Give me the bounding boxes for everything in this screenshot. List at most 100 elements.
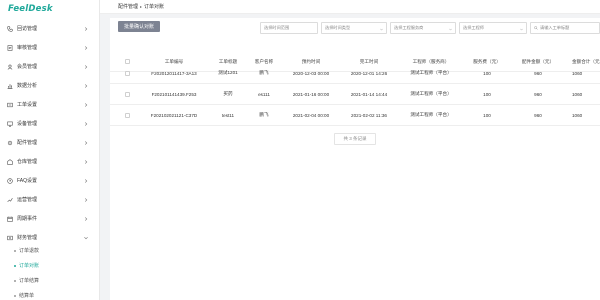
sidebar-item-label: FAQ设置 — [17, 178, 38, 184]
breadcrumb-parent[interactable]: 配件管理 — [118, 3, 138, 10]
sidebar-item-label: 配件管理 — [17, 140, 38, 146]
row-checkbox[interactable] — [124, 91, 130, 97]
chevron-down-icon — [380, 27, 383, 31]
sidebar-item-analytics[interactable]: 数据分析 — [0, 76, 100, 95]
row-select-cell — [118, 84, 136, 104]
appointment-time-cell: 2021-01-16 00:00 — [292, 91, 330, 97]
chevron-right-icon — [84, 216, 88, 221]
breadcrumb-current: 订单对账 — [144, 4, 165, 10]
engineer-cell: 测试工程师（平台） — [410, 91, 452, 96]
sidebar-item-warehouse[interactable]: 仓库管理 — [0, 152, 100, 171]
sidebar-item-faq[interactable]: FAQ设置 — [0, 171, 100, 190]
sidebar-item-member[interactable]: 会员管理 — [0, 57, 100, 76]
parts-icon — [7, 140, 13, 146]
row-select-cell — [118, 63, 136, 83]
finance-icon — [7, 235, 13, 241]
appointment-time-cell: 2021-02-04 00:00 — [292, 112, 330, 118]
ticket-settings-icon — [7, 102, 13, 108]
chevron-right-icon — [84, 45, 88, 50]
filter-placeholder: 选择时间范围 — [264, 25, 290, 30]
sidebar-item-label: 审核管理 — [17, 45, 38, 51]
breadcrumb: 配件管理 ▸ 订单对账 — [100, 0, 600, 14]
parts-amount-cell: 960 — [534, 91, 542, 97]
sidebar-item-label: 工单设置 — [17, 102, 38, 108]
customer-cell: es111 — [258, 91, 270, 97]
ticket-title-cell: test11 — [221, 112, 235, 118]
chevron-right-icon — [84, 159, 88, 164]
bullet-icon — [14, 249, 16, 252]
table-row[interactable]: F202102021121-C37D test11 鹏飞 2021-02-04 … — [110, 105, 600, 126]
warehouse-icon — [7, 158, 13, 165]
service-fee-cell: 100 — [483, 91, 491, 97]
ticket-title-cell: 买药 — [223, 91, 233, 96]
chevron-right-icon — [84, 121, 88, 126]
search-placeholder: 请输入工单标题 — [540, 25, 570, 30]
pagination-summary: 共 3 条记录 — [334, 133, 376, 145]
completion-time-cell: 2020-12-01 14:26 — [350, 70, 388, 76]
ticket-number-cell[interactable]: F202102021121-C37D — [138, 105, 210, 125]
faq-icon — [7, 177, 13, 184]
batch-confirm-button[interactable]: 批量确认对账 — [118, 21, 160, 32]
sidebar-item-operations[interactable]: 运营管理 — [0, 190, 100, 209]
sidebar-item-label: 设备管理 — [17, 121, 38, 127]
table-row[interactable]: F2020120114​17-3A13 测试1201 鹏飞 2020-12-03… — [110, 63, 600, 84]
chevron-right-icon — [84, 83, 88, 88]
chevron-right-icon — [84, 140, 88, 145]
ticket-number-cell[interactable]: F2020120114​17-3A13 — [138, 63, 210, 83]
sidebar-subitem-order-reconciliation[interactable]: 订单对账 — [0, 258, 100, 273]
sidebar-item-periodic[interactable]: 周期事件 — [0, 209, 100, 228]
filter-placeholder: 选择时间类型 — [325, 25, 351, 30]
sidebar-subitem-order-settlement[interactable]: 订单结算 — [0, 273, 100, 288]
row-checkbox[interactable] — [124, 70, 130, 76]
bullet-icon — [14, 264, 16, 267]
chevron-down-icon — [520, 27, 523, 31]
sidebar-item-audit[interactable]: 审核管理 — [0, 38, 100, 57]
time-range-filter[interactable]: 选择时间范围 — [260, 22, 318, 34]
ticket-number-cell[interactable]: F202101141439.F253 — [138, 84, 210, 104]
audit-icon — [7, 44, 13, 51]
sidebar-item-label: 数据分析 — [17, 83, 38, 89]
row-select-cell — [118, 105, 136, 125]
sidebar-item-label: 会员管理 — [17, 64, 38, 70]
sidebar-item-ticket-settings[interactable]: 工单设置 — [0, 95, 100, 114]
service-fee-cell: 100 — [483, 112, 491, 118]
bullet-icon — [14, 279, 16, 282]
sidebar-subitem-label: 结算单 — [19, 293, 35, 299]
customer-cell: 鹏飞 — [259, 112, 269, 117]
sidebar-item-parts[interactable]: 配件管理 — [0, 133, 100, 152]
service-provider-select[interactable]: 选择工程服务商 — [390, 22, 456, 34]
completion-time-cell: 2021-01-14 14:44 — [350, 91, 388, 97]
sidebar-subitem-statement[interactable]: 结算单 — [0, 288, 100, 300]
filter-placeholder: 选择工程服务商 — [394, 25, 424, 30]
bullet-icon — [14, 294, 16, 297]
phone-icon — [7, 25, 13, 32]
sidebar-subitem-label: 订单对账 — [19, 263, 40, 269]
sidebar: FeelDesk 回访管理 审核管理 会员管理 数据分析 工单设置 设备管理 配… — [0, 0, 100, 300]
time-type-select[interactable]: 选择时间类型 — [321, 22, 387, 34]
service-fee-cell: 100 — [483, 70, 491, 76]
chart-icon — [7, 83, 13, 89]
sidebar-subitem-order-refund[interactable]: 订单退款 — [0, 243, 100, 258]
sidebar-item-label: 回访管理 — [17, 26, 38, 32]
chevron-right-icon — [84, 26, 88, 31]
operations-icon — [7, 197, 13, 203]
sidebar-item-label: 运营管理 — [17, 197, 38, 203]
chevron-right-icon — [84, 64, 88, 69]
engineer-cell: 测试工程师（平台） — [410, 70, 452, 75]
appointment-time-cell: 2020-12-03 00:00 — [292, 70, 330, 76]
sidebar-item-device[interactable]: 设备管理 — [0, 114, 100, 133]
logo[interactable]: FeelDesk — [0, 0, 99, 18]
sidebar-item-callback[interactable]: 回访管理 — [0, 19, 100, 38]
chevron-right-icon — [84, 197, 88, 202]
row-checkbox[interactable] — [124, 112, 130, 118]
sidebar-subitem-label: 订单退款 — [19, 248, 40, 254]
ticket-title-search[interactable]: 请输入工单标题 — [530, 22, 600, 34]
device-icon — [7, 121, 13, 127]
main-panel: 批量确认对账 选择时间范围 选择时间类型 选择工程服务商 选择工程师 请输入工单… — [110, 18, 600, 300]
chevron-down-icon — [84, 236, 88, 240]
table-row[interactable]: F202101141439.F253 买药 es111 2021-01-16 0… — [110, 84, 600, 105]
sidebar-item-label: 财务管理 — [17, 235, 38, 241]
chevron-right-icon — [84, 102, 88, 107]
filter-placeholder: 选择工程师 — [463, 25, 484, 30]
engineer-select[interactable]: 选择工程师 — [459, 22, 527, 34]
